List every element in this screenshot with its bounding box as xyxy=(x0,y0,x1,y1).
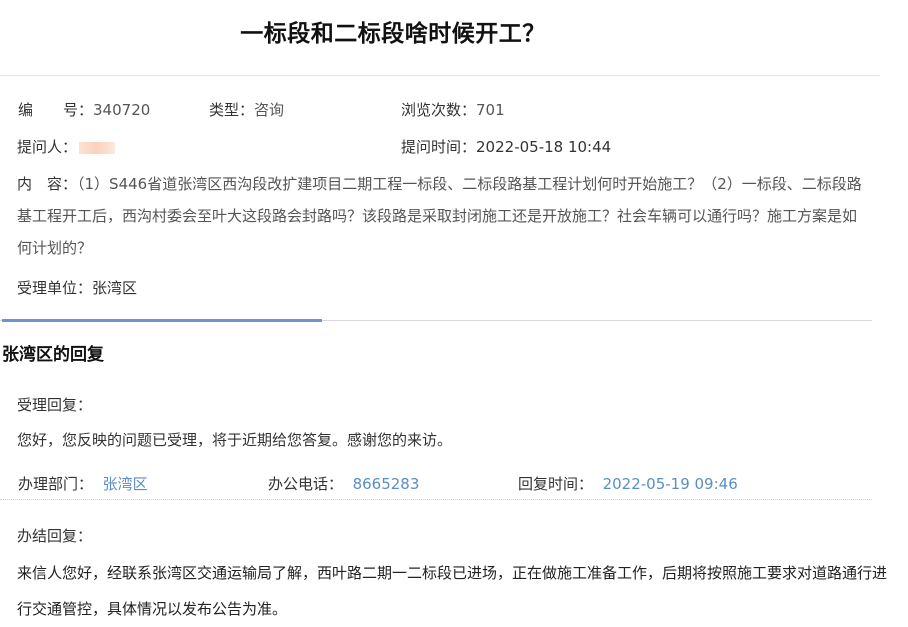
asker-field: 提问人： xyxy=(17,137,116,157)
divider xyxy=(0,75,880,76)
phone-value: 8665283 xyxy=(352,475,420,493)
reply-time-label: 回复时间： xyxy=(518,475,594,493)
phone-field: 办公电话： 8665283 xyxy=(268,473,419,494)
accept-reply-label: 受理回复： xyxy=(17,396,93,414)
final-reply-text: 来信人您好，经联系张湾区交通运输局了解，西叶路二期一二标段已进场，正在做施工准备… xyxy=(17,564,888,618)
type-value: 咨询 xyxy=(254,101,285,119)
content-label: 内 容： xyxy=(17,175,78,193)
asker-name-redacted xyxy=(79,141,116,154)
dotted-divider xyxy=(0,499,872,500)
accept-reply-text: 您好，您反映的问题已受理，将于近期给您答复。感谢您的来访。 xyxy=(17,431,453,449)
unit-field: 受理单位：张湾区 xyxy=(17,278,137,298)
page-title: 一标段和二标段啥时候开工？ xyxy=(240,21,546,47)
reply-section-title: 张湾区的回复 xyxy=(2,345,104,365)
section-divider-accent xyxy=(2,319,322,322)
unit-value: 张湾区 xyxy=(92,279,138,297)
views-field: 浏览次数：701 xyxy=(401,100,505,120)
id-label: 编 号： xyxy=(18,101,94,119)
dept-label: 办理部门： xyxy=(18,475,94,493)
type-label: 类型： xyxy=(209,101,255,119)
dept-value: 张湾区 xyxy=(102,475,148,493)
views-value: 701 xyxy=(476,101,505,119)
question-content: 内 容：（1）S446省道张湾区西沟段改扩建项目二期工程一标段、二标段路基工程计… xyxy=(17,168,862,264)
views-label: 浏览次数： xyxy=(401,101,477,119)
unit-label: 受理单位： xyxy=(17,279,93,297)
id-field: 编 号：340720 xyxy=(18,100,150,120)
type-field: 类型：咨询 xyxy=(209,100,284,120)
dept-field: 办理部门： 张湾区 xyxy=(18,473,148,494)
phone-label: 办公电话： xyxy=(268,475,344,493)
asker-label: 提问人： xyxy=(17,138,78,156)
reply-time-field: 回复时间： 2022-05-19 09:46 xyxy=(518,473,738,494)
id-value: 340720 xyxy=(93,101,151,119)
ask-time-value: 2022-05-18 10:44 xyxy=(476,138,612,156)
ask-time-field: 提问时间：2022-05-18 10:44 xyxy=(401,137,611,157)
reply-time-value: 2022-05-19 09:46 xyxy=(602,475,738,493)
ask-time-label: 提问时间： xyxy=(401,138,477,156)
final-reply-label: 办结回复： xyxy=(17,527,93,545)
content-text: （1）S446省道张湾区西沟段改扩建项目二期工程一标段、二标段路基工程计划何时开… xyxy=(17,175,862,257)
